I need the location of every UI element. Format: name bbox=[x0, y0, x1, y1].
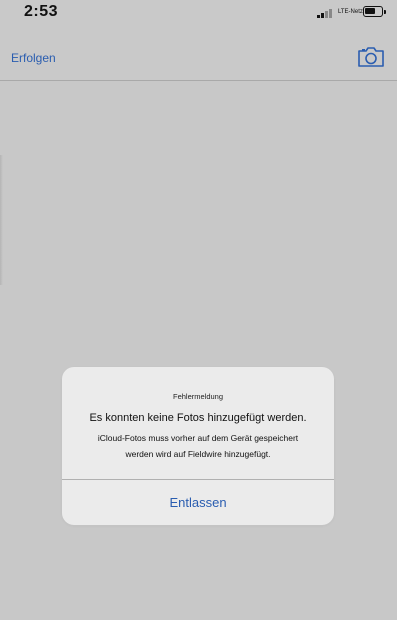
erfolgen-button[interactable]: Erfolgen bbox=[11, 51, 56, 65]
nav-bar: Erfolgen bbox=[0, 26, 397, 81]
dismiss-button[interactable]: Entlassen bbox=[62, 480, 334, 525]
alert-message-line: iCloud-Fotos muss vorher auf dem Gerät g… bbox=[97, 433, 299, 443]
signal-bars-icon bbox=[317, 8, 337, 18]
camera-button[interactable] bbox=[356, 44, 386, 70]
carrier-label: LTE-Netz bbox=[338, 9, 363, 15]
alert-message-line: werden wird auf Fieldwire hinzugefügt. bbox=[125, 449, 271, 459]
camera-icon bbox=[358, 47, 384, 67]
status-time: 2:53 bbox=[24, 3, 59, 20]
background-panel-edge bbox=[0, 155, 3, 285]
alert-title: Fehlermeldung bbox=[172, 392, 224, 401]
status-bar: 2:53 LTE-Netz bbox=[0, 0, 397, 26]
error-alert-dialog: Fehlermeldung Es konnten keine Fotos hin… bbox=[62, 367, 334, 525]
alert-message: iCloud-Fotos muss vorher auf dem Gerät g… bbox=[72, 430, 324, 462]
battery-icon bbox=[363, 6, 386, 17]
alert-headline: Es konnten keine Fotos hinzugefügt werde… bbox=[89, 412, 307, 424]
